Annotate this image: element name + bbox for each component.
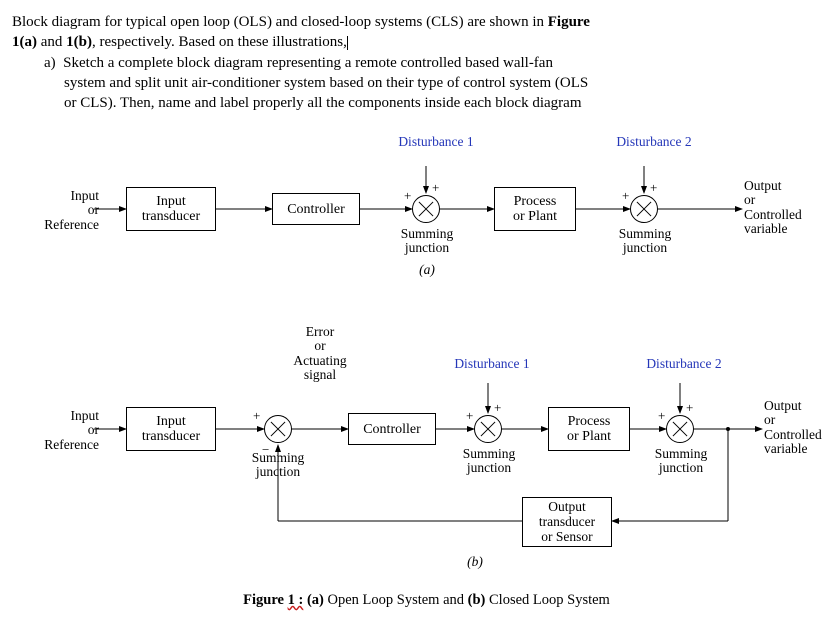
part-a-line1: Sketch a complete block diagram represen… [63, 55, 553, 71]
text-cursor [347, 36, 348, 50]
sub-a: (a) [412, 263, 442, 277]
plus-b2-top: + [686, 401, 693, 414]
label-summing-b2: Summing junction [644, 447, 718, 475]
box-input-transducer-b: Input transducer [126, 407, 216, 451]
q-line2a: 1(a) [12, 34, 37, 50]
caption-ols: Open Loop System and [324, 592, 468, 608]
label-output-b: Output or Controlled variable [764, 399, 829, 456]
caption-b: (b) [468, 592, 486, 608]
label-output-a: Output or Controlled variable [744, 179, 814, 236]
q-line2d: , respectively. Based on these illustrat… [92, 34, 347, 50]
question-text: Block diagram for typical open loop (OLS… [12, 12, 811, 113]
q-line1b: Figure [548, 14, 590, 30]
caption-one: 1 : [288, 592, 304, 608]
diagram-open-loop: Input or Reference Input transducer Cont… [42, 131, 811, 311]
label-summing-b-fb: Summing junction [238, 451, 318, 479]
label-disturbance2-a: Disturbance 2 [604, 135, 704, 149]
plus-b1-top: + [494, 401, 501, 414]
plus-b2-left: + [658, 409, 665, 422]
box-controller-a: Controller [272, 193, 360, 225]
caption-fig: Figure [243, 592, 287, 608]
part-a-line3: or CLS). Then, name and label properly a… [64, 95, 582, 111]
label-input-ref-a: Input or Reference [37, 189, 99, 232]
feedback-tap-node [726, 427, 730, 431]
plus-b1-left: + [466, 409, 473, 422]
sub-b: (b) [460, 555, 490, 569]
label-disturbance2-b: Disturbance 2 [634, 357, 734, 371]
box-input-transducer-a: Input transducer [126, 187, 216, 231]
figure: Input or Reference Input transducer Cont… [42, 131, 811, 611]
caption-a: (a) [303, 592, 324, 608]
label-summing-b1: Summing junction [452, 447, 526, 475]
q-line1a: Block diagram for typical open loop (OLS… [12, 14, 548, 30]
summing-junction-a2 [630, 195, 658, 223]
label-disturbance1-a: Disturbance 1 [386, 135, 486, 149]
plus-a1-top: + [432, 181, 439, 194]
box-output-sensor: Output transducer or Sensor [522, 497, 612, 547]
box-process-b: Process or Plant [548, 407, 630, 451]
plus-b-fb: + [253, 409, 260, 422]
label-disturbance1-b: Disturbance 1 [442, 357, 542, 371]
part-a-line2: system and split unit air-conditioner sy… [64, 75, 588, 91]
summing-junction-b2 [666, 415, 694, 443]
label-error-signal: Error or Actuating signal [280, 325, 360, 382]
part-a-marker: a) [44, 55, 56, 71]
summing-junction-b1 [474, 415, 502, 443]
q-line2c: 1(b) [66, 34, 92, 50]
diagram-closed-loop: Error or Actuating signal Disturbance 1 … [42, 321, 811, 581]
q-line2b: and [37, 34, 66, 50]
summing-junction-b-fb [264, 415, 292, 443]
label-summing-a2: Summing junction [608, 227, 682, 255]
box-process-a: Process or Plant [494, 187, 576, 231]
plus-a1-left: + [404, 189, 411, 202]
plus-a2-left: + [622, 189, 629, 202]
summing-junction-a1 [412, 195, 440, 223]
label-input-ref-b: Input or Reference [37, 409, 99, 452]
caption-cls: Closed Loop System [485, 592, 609, 608]
figure-caption: Figure 1 : (a) Open Loop System and (b) … [42, 591, 811, 611]
box-controller-b: Controller [348, 413, 436, 445]
label-summing-a1: Summing junction [390, 227, 464, 255]
plus-a2-top: + [650, 181, 657, 194]
